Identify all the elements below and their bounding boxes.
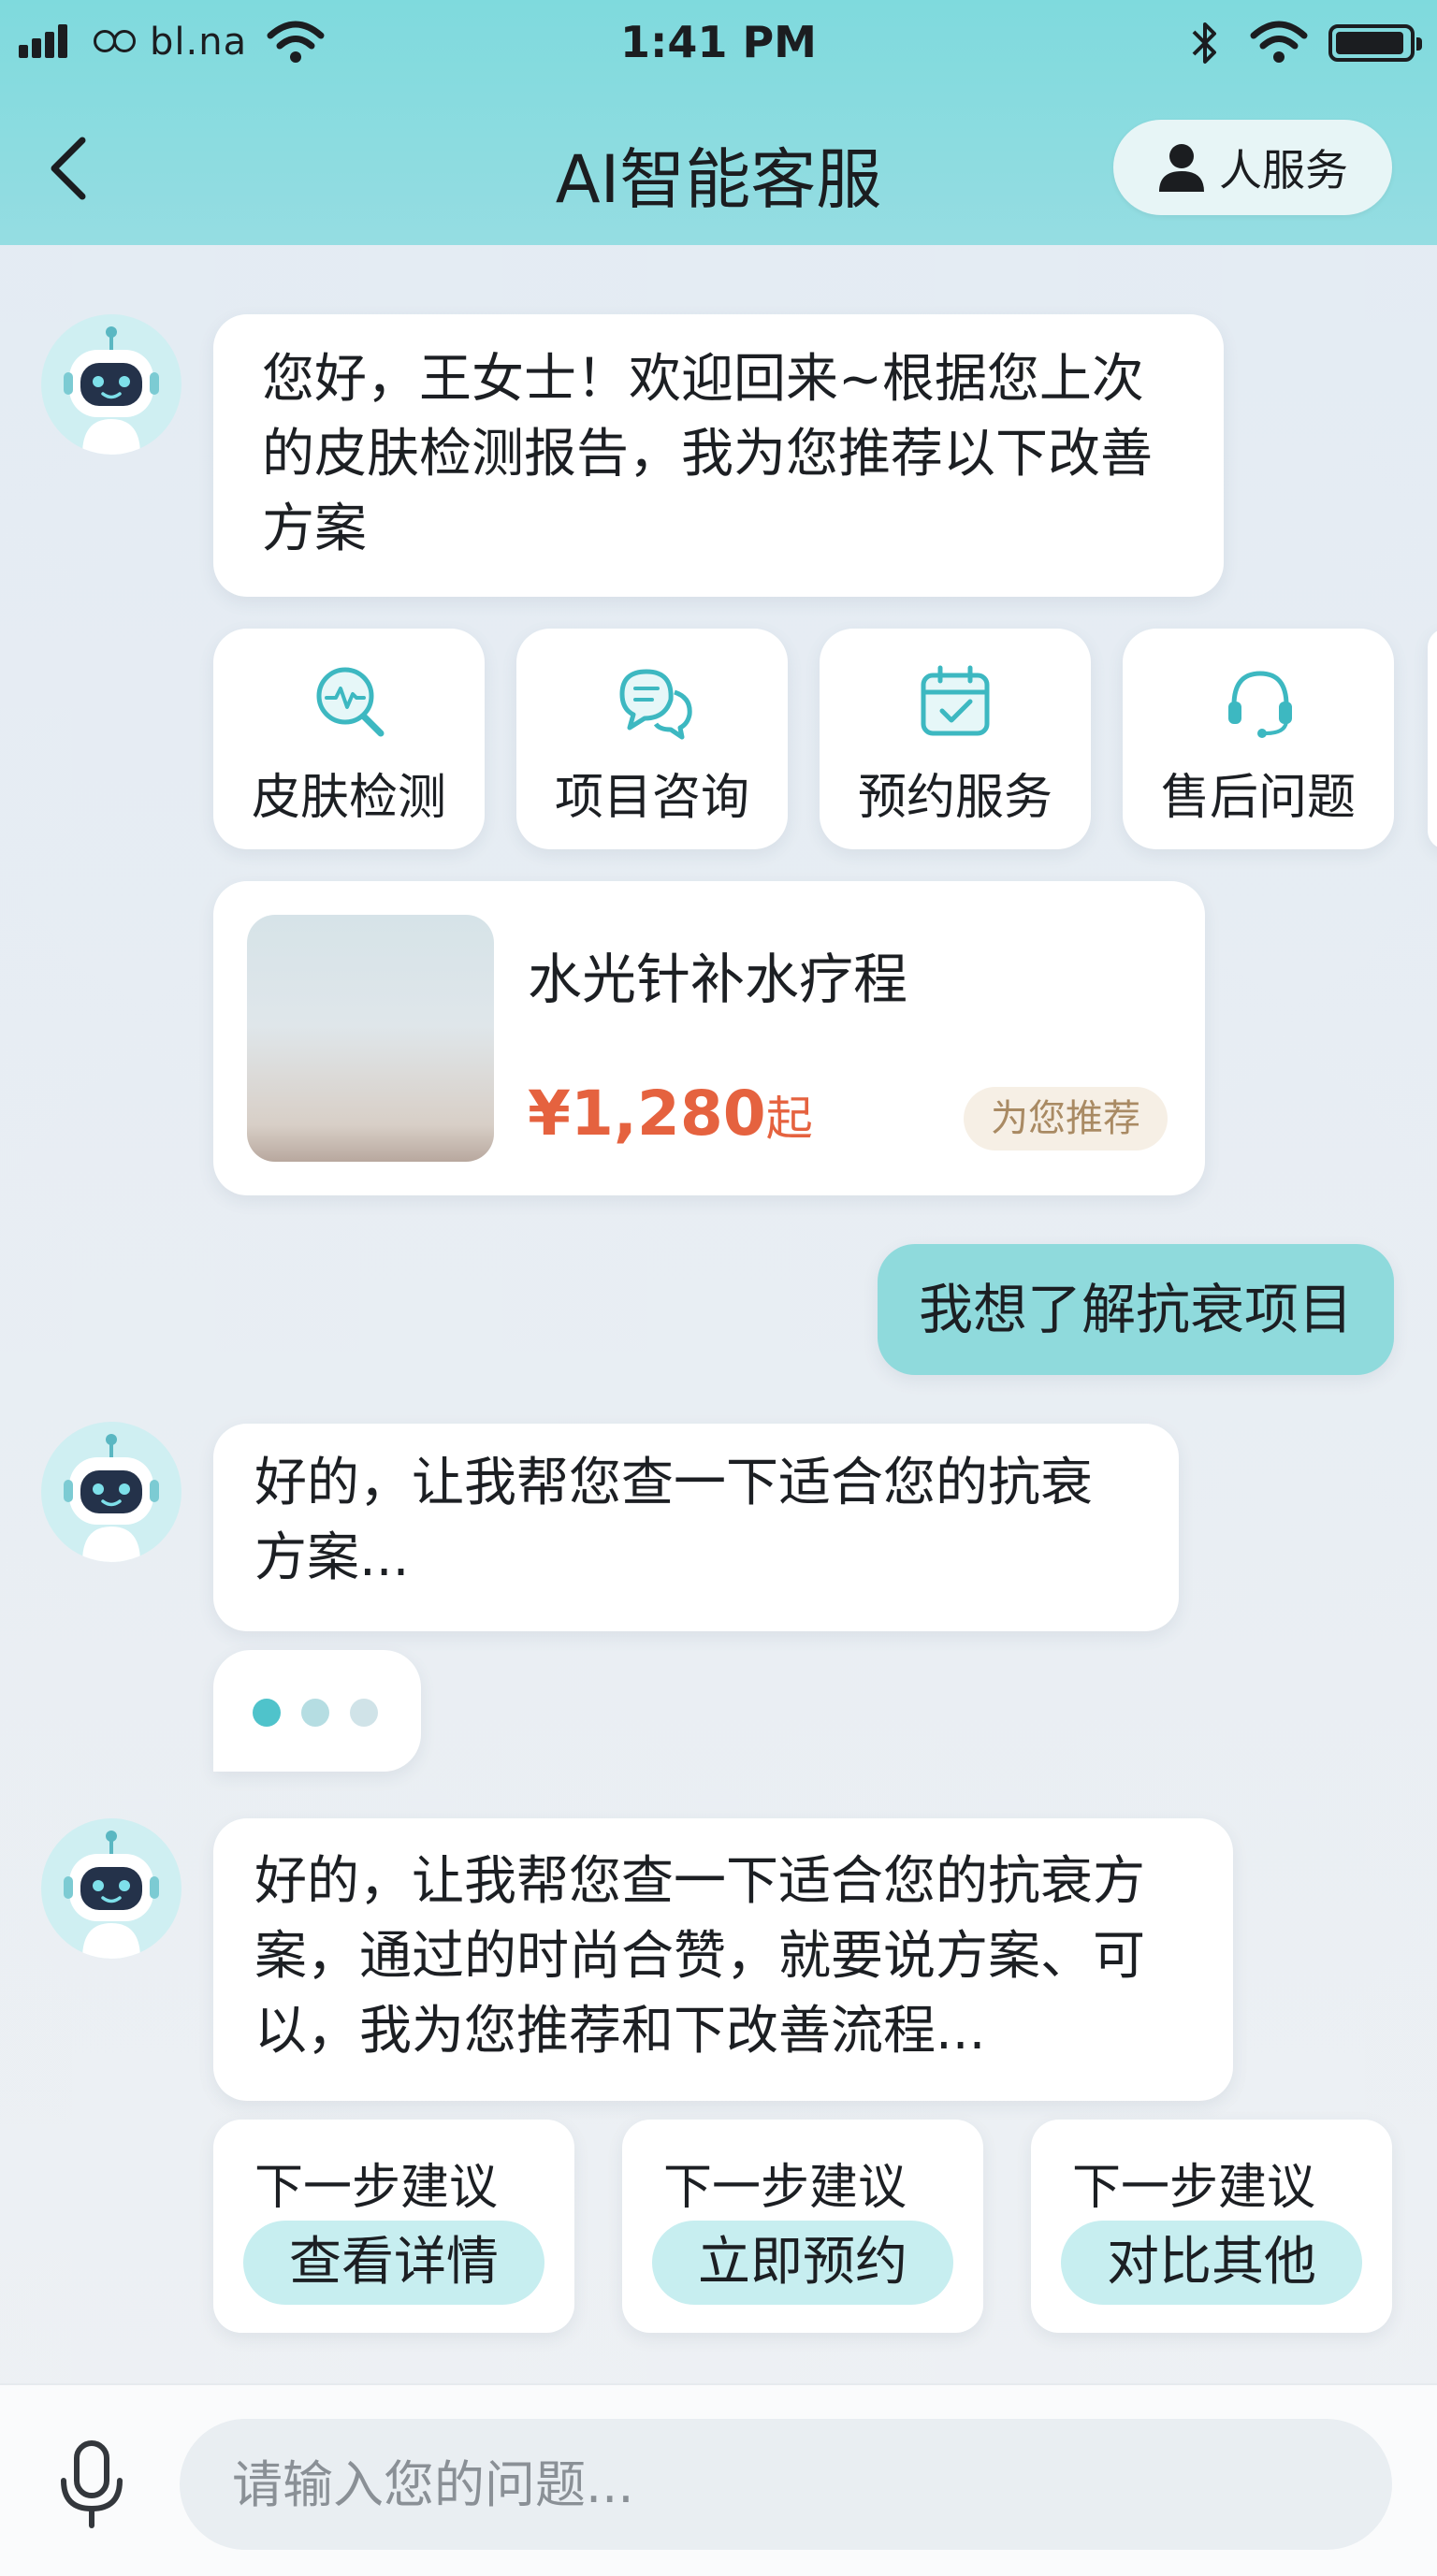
- user-message: 我想了解抗衰项目: [878, 1244, 1394, 1375]
- typing-dot: [350, 1699, 378, 1727]
- quick-action-aftersales[interactable]: 售后问题: [1123, 629, 1394, 849]
- suggestion-card: 下一步建议 对比其他: [1031, 2120, 1392, 2333]
- message-text: 好的，让我帮您查一下适合您的抗衰方案，通过的时尚合赞，就要说方案、可以，我为您推…: [254, 1851, 1145, 2062]
- status-bar: bl.na 1:41 PM: [0, 0, 1437, 84]
- typing-dot: [301, 1699, 329, 1727]
- book-now-button[interactable]: 立即预约: [652, 2221, 953, 2305]
- message-text: 您好，王女士！欢迎回来~根据您上次的皮肤检测报告，我为您推荐以下改善方案: [262, 349, 1153, 559]
- person-icon: [1159, 144, 1204, 192]
- bot-avatar: [41, 1422, 181, 1562]
- bot-avatar: [41, 314, 181, 455]
- message-text: 好的，让我帮您查一下适合您的抗衰方案...: [254, 1453, 1093, 1588]
- human-service-label: 人服务: [1219, 145, 1348, 195]
- robot-icon: [64, 326, 159, 455]
- tile-label: 项目咨询: [554, 770, 749, 826]
- bot-avatar: [41, 1818, 181, 1959]
- view-details-button[interactable]: 查看详情: [243, 2221, 544, 2305]
- suggestion-title: 下一步建议: [663, 2160, 907, 2216]
- robot-icon: [64, 1434, 159, 1562]
- quick-action-consult[interactable]: 项目咨询: [516, 629, 788, 849]
- quick-action-skin-scan[interactable]: 皮肤检测: [213, 629, 485, 849]
- product-image: [247, 915, 494, 1162]
- chat-bubbles-icon: [619, 669, 692, 740]
- quick-action-overflow[interactable]: [1428, 629, 1437, 849]
- tile-label: 预约服务: [857, 770, 1052, 826]
- product-name: 水光针补水疗程: [528, 948, 908, 1011]
- microphone-icon[interactable]: [54, 2438, 129, 2531]
- typing-indicator: [213, 1650, 421, 1772]
- typing-dot: [253, 1699, 281, 1727]
- quick-action-booking[interactable]: 预约服务: [820, 629, 1091, 849]
- header-bar: bl.na 1:41 PM AI智能客服 人服务: [0, 0, 1437, 245]
- product-card[interactable]: 水光针补水疗程 ¥1,280起 为您推荐: [213, 881, 1205, 1195]
- message-input[interactable]: [180, 2419, 1392, 2550]
- tile-label: 售后问题: [1160, 770, 1356, 826]
- headset-icon: [1228, 671, 1292, 738]
- composer-bar: [0, 2383, 1437, 2576]
- wifi-icon: [1250, 21, 1308, 63]
- suggestion-title: 下一步建议: [254, 2160, 499, 2216]
- battery-icon: [1328, 24, 1422, 62]
- battery-level: [1336, 32, 1404, 54]
- recommend-badge: 为您推荐: [964, 1087, 1168, 1151]
- suggestion-card: 下一步建议 立即预约: [622, 2120, 983, 2333]
- suggestion-card: 下一步建议 查看详情: [213, 2120, 574, 2333]
- product-price: ¥1,280起: [528, 1078, 813, 1150]
- price-value: 1,280: [570, 1078, 766, 1150]
- compare-button[interactable]: 对比其他: [1061, 2221, 1362, 2305]
- suggestion-title: 下一步建议: [1072, 2160, 1316, 2216]
- calendar-check-icon: [921, 665, 990, 736]
- human-service-button[interactable]: 人服务: [1113, 120, 1392, 215]
- bot-message-greeting: 您好，王女士！欢迎回来~根据您上次的皮肤检测报告，我为您推荐以下改善方案: [213, 314, 1224, 597]
- skin-scan-icon: [316, 667, 385, 737]
- bluetooth-icon: [1192, 22, 1216, 64]
- currency-symbol: ¥: [528, 1078, 571, 1150]
- tile-label: 皮肤检测: [251, 770, 446, 826]
- price-suffix: 起: [765, 1092, 813, 1146]
- robot-icon: [64, 1831, 159, 1959]
- bot-message-reply-2: 好的，让我帮您查一下适合您的抗衰方案，通过的时尚合赞，就要说方案、可以，我为您推…: [213, 1818, 1233, 2101]
- bot-message-reply-1: 好的，让我帮您查一下适合您的抗衰方案...: [213, 1424, 1179, 1631]
